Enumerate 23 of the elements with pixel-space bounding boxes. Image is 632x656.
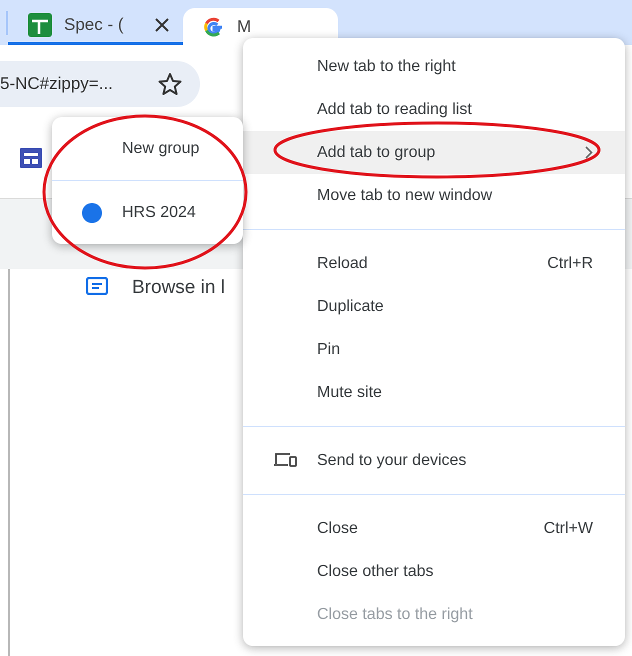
menu-item[interactable]: Close other tabs <box>243 550 625 593</box>
chevron-right-icon <box>585 146 593 159</box>
menu-item[interactable]: Close Ctrl+W <box>243 507 625 550</box>
star-icon[interactable] <box>158 72 182 96</box>
menu-item[interactable]: Send to your devices <box>243 439 625 482</box>
menu-item[interactable]: Move tab to new window <box>243 174 625 217</box>
menu-item[interactable]: Add tab to reading list <box>243 88 625 131</box>
layout-icon[interactable] <box>20 148 42 168</box>
menu-item[interactable]: HRS 2024 <box>52 191 243 234</box>
menu-item[interactable]: New tab to the right <box>243 45 625 88</box>
address-bar[interactable]: 5-NC#zippy=... <box>0 60 200 106</box>
menu-item[interactable]: Add tab to group <box>243 131 625 174</box>
document-icon <box>86 277 108 295</box>
menu-item[interactable]: Duplicate <box>243 285 625 328</box>
g-logo-icon <box>203 16 225 38</box>
page-link[interactable]: Browse in l <box>132 277 225 299</box>
menu-item[interactable]: New group <box>52 127 243 170</box>
menu-item[interactable]: Mute site <box>243 371 625 414</box>
menu-item[interactable]: Pin <box>243 328 625 371</box>
close-icon[interactable] <box>155 18 169 32</box>
devices-icon <box>273 452 297 468</box>
spreadsheet-icon <box>28 13 52 37</box>
menu-item[interactable]: Reload Ctrl+R <box>243 242 625 285</box>
